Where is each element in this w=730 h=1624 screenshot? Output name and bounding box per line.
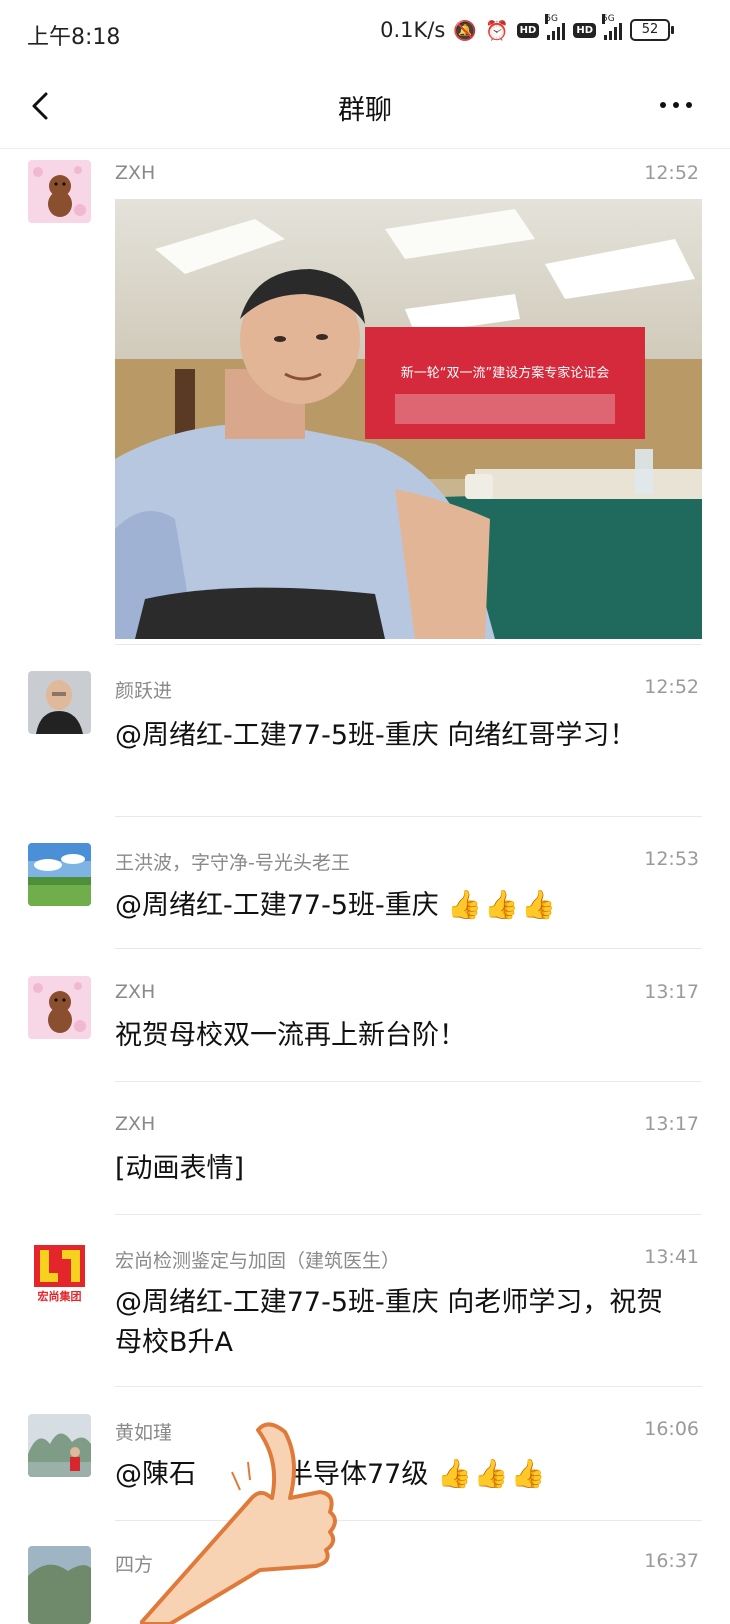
banner-text: 新一轮“双一流”建设方案专家论证会 — [401, 365, 609, 381]
message-time: 12:52 — [644, 162, 699, 184]
more-options-icon[interactable] — [660, 102, 692, 108]
message-time: 12:53 — [644, 848, 699, 870]
message-divider — [115, 948, 702, 949]
sender-name: 四方 — [115, 1554, 154, 1576]
message-divider — [115, 1081, 702, 1082]
avatar-zxh[interactable] — [28, 976, 91, 1039]
sender-name: ZXH — [115, 1113, 156, 1135]
sender-name: 黄如瑾 — [115, 1422, 173, 1444]
battery-icon: 52 — [630, 19, 674, 41]
message-time: 12:52 — [644, 676, 699, 698]
status-bar: 上午8:18 0.1K/s 🔕 ⏰ HD 5G HD 5G 52 — [0, 0, 730, 66]
message-photo[interactable]: 新一轮“双一流”建设方案专家论证会 — [115, 199, 702, 639]
mute-icon: 🔕 — [453, 19, 477, 42]
avatar-zxh[interactable] — [28, 160, 91, 223]
avatar-hongshang[interactable]: 宏尚集团 — [28, 1241, 91, 1304]
signal-icon: 5G — [545, 14, 566, 40]
sender-name: 王洪波，字守净-号光头老王 — [115, 852, 350, 874]
message-text: @周绪红-工建77-5班-重庆 向老师学习，祝贺母校B升A — [115, 1287, 664, 1358]
message-text: @周绪红-工建77-5班-重庆 向绪红哥学习！ — [115, 720, 637, 751]
message-text[interactable]: [动画表情] — [115, 1149, 690, 1189]
alarm-icon: ⏰ — [484, 19, 509, 42]
hd-icon: HD — [516, 22, 540, 38]
signal-icon-2: 5G — [602, 14, 622, 40]
sender-name: 颜跃进 — [115, 680, 173, 702]
sender-name: 宏尚检测鉴定与加固（建筑医生） — [115, 1250, 401, 1272]
thumbs-up-icon: 👍👍👍 — [447, 888, 558, 921]
message-divider — [115, 1386, 702, 1387]
message-time: 13:41 — [644, 1246, 699, 1268]
avatar-wang[interactable] — [28, 843, 91, 906]
avatar-logo-text: 宏尚集团 — [38, 1289, 82, 1303]
thumbs-up-icon: 👍👍👍 — [436, 1457, 548, 1490]
message-divider — [115, 644, 702, 645]
message-divider — [115, 1520, 702, 1521]
network-speed: 0.1K/s — [380, 18, 446, 42]
message-time: 16:37 — [644, 1550, 699, 1572]
sender-name: ZXH — [115, 981, 156, 1003]
message-divider — [115, 1214, 702, 1215]
message-time: 13:17 — [644, 981, 699, 1003]
message-text: @陳石 半导体77级 👍👍👍 — [115, 1454, 690, 1495]
avatar-sifang[interactable] — [28, 1546, 91, 1624]
status-time: 上午8:18 — [27, 25, 121, 50]
hd-icon-2: HD — [573, 22, 596, 38]
message-time: 16:06 — [644, 1418, 699, 1440]
sender-name: ZXH — [115, 162, 156, 184]
message-text: @周绪红-工建77-5班-重庆 👍👍👍 — [115, 885, 690, 926]
thumbs-up-sticker-icon — [140, 1422, 337, 1624]
avatar-yan[interactable] — [28, 671, 91, 734]
message-time: 13:17 — [644, 1113, 699, 1135]
message-text: 祝贺母校双一流再上新台阶！ — [115, 1020, 466, 1051]
title-bar: 群聊 — [0, 66, 730, 149]
avatar-huang[interactable] — [28, 1414, 91, 1477]
chat-title: 群聊 — [338, 95, 392, 126]
message-divider — [115, 816, 702, 817]
